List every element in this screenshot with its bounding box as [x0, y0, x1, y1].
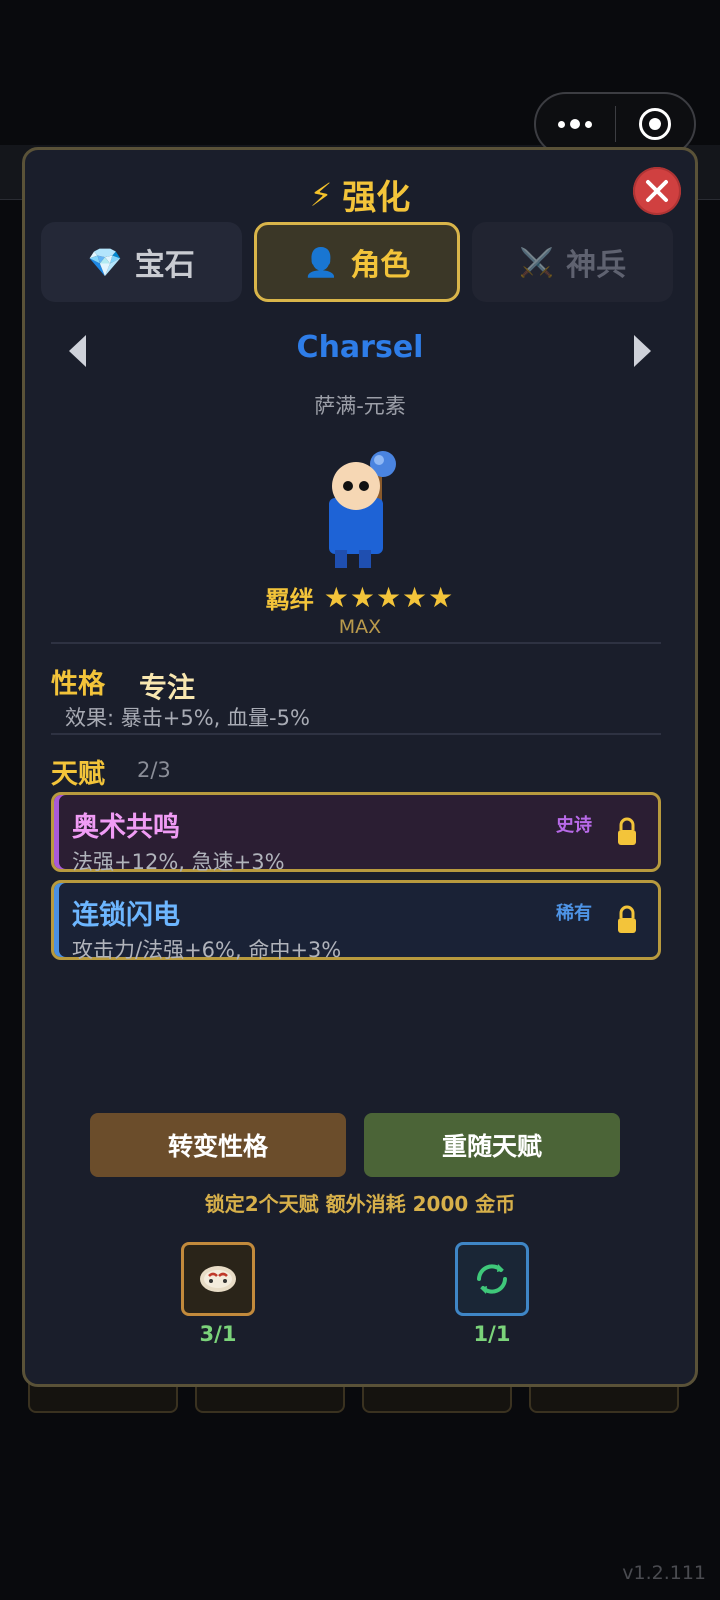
item-count: 3/1	[199, 1322, 237, 1346]
bond-level: MAX	[338, 616, 382, 638]
tab-divine-weapon[interactable]: ⚔️ 神兵	[472, 222, 674, 302]
talent-card[interactable]: 连锁闪电 攻击力/法强+6%, 命中+3% 稀有	[51, 880, 661, 962]
tab-label: 角色	[350, 248, 411, 283]
hero-class: 萨满-元素	[314, 394, 406, 418]
lightning-icon: ⚡	[309, 175, 333, 214]
close-button[interactable]	[633, 167, 681, 215]
lock-icon[interactable]	[616, 817, 638, 847]
change-personality-button[interactable]: 转变性格	[90, 1113, 346, 1177]
crossed-swords-icon: ⚔️	[519, 245, 555, 279]
personality-effect: 效果: 暴击+5%, 血量-5%	[65, 706, 310, 730]
diamond-icon: 💎	[87, 245, 123, 279]
talent-label: 天赋	[51, 759, 105, 790]
talent-count: 2/3	[137, 758, 171, 782]
personality-label: 性格	[51, 669, 105, 700]
version-label: v1.2.111	[622, 1562, 706, 1584]
target-icon	[638, 108, 671, 140]
reroll-token-item[interactable]	[455, 1242, 529, 1316]
refresh-icon	[477, 1264, 507, 1294]
modal-title: 强化	[342, 178, 411, 218]
personality-scroll-icon	[200, 1266, 236, 1292]
tab-character[interactable]: 👤 角色	[253, 222, 461, 302]
personality-scroll-item[interactable]	[181, 1242, 255, 1316]
modal-title-row: ⚡ 强化	[25, 170, 695, 219]
divider	[51, 733, 661, 735]
close-miniprogram-button[interactable]	[616, 94, 695, 154]
more-dots-icon	[558, 119, 593, 129]
rarity-badge: 稀有	[556, 903, 592, 924]
rarity-badge: 史诗	[556, 815, 592, 836]
divider	[51, 642, 661, 644]
reroll-talent-button[interactable]: 重随天赋	[364, 1113, 620, 1177]
tab-label: 神兵	[566, 248, 627, 283]
personality-value: 专注	[139, 671, 196, 704]
talent-card[interactable]: 奥术共鸣 法强+12%, 急速+3% 史诗	[51, 792, 661, 874]
bond-label: 羁绊	[265, 586, 314, 614]
cost-note: 锁定2个天赋 额外消耗 2000 金币	[204, 1192, 516, 1216]
hero-name: Charsel	[296, 330, 424, 365]
tab-label: 宝石	[134, 248, 195, 283]
enhance-modal: ⚡ 强化 💎 宝石 👤 角色 ⚔️ 神兵 Charsel 萨满-元素 羁绊 ★★…	[22, 147, 698, 1387]
close-icon	[646, 180, 668, 202]
person-icon: 👤	[303, 245, 339, 279]
bond-row: 羁绊 ★★★★★	[25, 580, 695, 615]
talent-desc: 法强+12%, 急速+3%	[72, 850, 285, 874]
talent-desc: 攻击力/法强+6%, 命中+3%	[72, 938, 342, 962]
lock-icon[interactable]	[616, 905, 638, 935]
item-count: 1/1	[473, 1322, 511, 1346]
star-rating: ★★★★★	[323, 581, 455, 614]
tab-gems[interactable]: 💎 宝石	[41, 222, 242, 302]
more-menu-button[interactable]	[536, 94, 615, 154]
tab-bar: 💎 宝石 👤 角色 ⚔️ 神兵	[41, 222, 674, 302]
hero-avatar	[329, 451, 396, 568]
